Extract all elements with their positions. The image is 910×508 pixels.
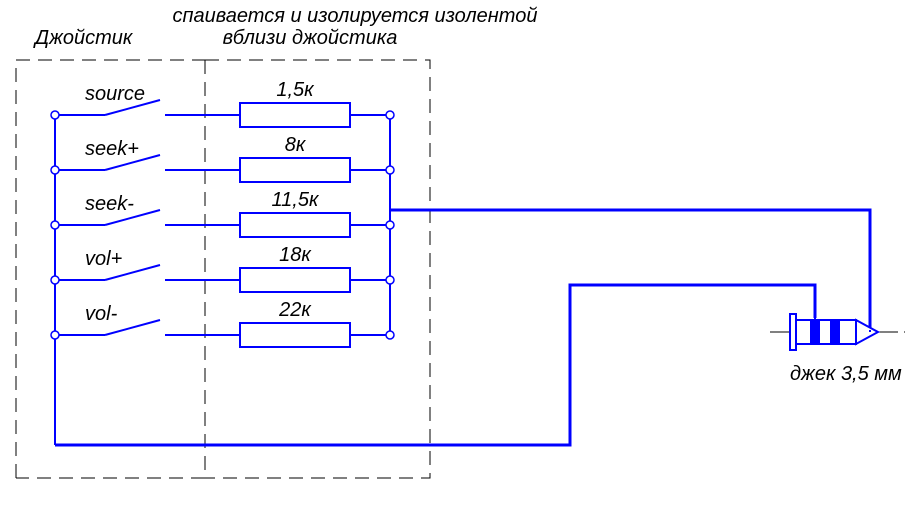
row-vol-plus: vol+ 18к [51,244,394,292]
switch-label: vol- [85,303,118,325]
row-seek-minus: seek- 11,5к [51,189,394,237]
jack-label: джек 3,5 мм [790,363,902,385]
jack-plug-icon [770,314,905,350]
resistor-label: 18к [279,244,312,266]
schematic-diagram: Джойстик спаивается и изолируется изолен… [0,0,910,508]
switch-label: source [85,83,145,105]
solder-title-1: спаивается и изолируется изолентой [173,5,538,27]
switch-label: seek+ [85,138,139,160]
resistor-label: 8к [285,134,307,156]
resistor-label: 11,5к [272,189,320,211]
switch-label: seek- [85,193,134,215]
row-source: source 1,5к [51,79,394,127]
resistor-label: 22к [278,299,312,321]
row-vol-minus: vol- 22к [51,299,394,347]
row-seek-plus: seek+ 8к [51,134,394,182]
solder-title-2: вблизи джойстика [223,27,398,49]
resistor-label: 1,5к [276,79,315,101]
joystick-title: Джойстик [33,27,134,49]
switch-label: vol+ [85,248,122,270]
